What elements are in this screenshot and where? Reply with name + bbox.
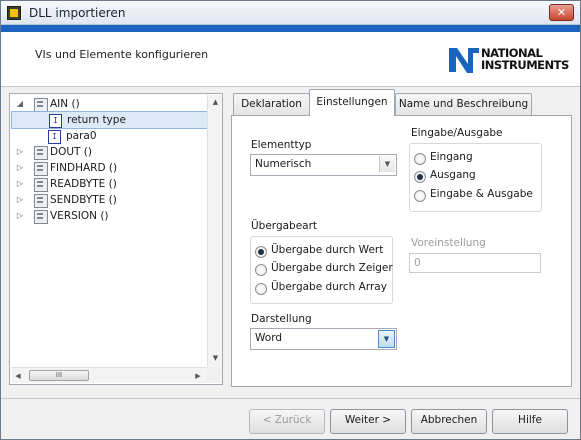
accent-band	[1, 25, 580, 32]
labview-app-icon	[7, 6, 21, 20]
radio-input-label[interactable]: Eingang	[430, 151, 473, 163]
parameter-icon: I	[49, 114, 62, 128]
chevron-down-icon[interactable]: ▼	[379, 156, 395, 172]
expand-arrow-icon[interactable]: ▷	[16, 176, 24, 192]
function-icon	[34, 146, 48, 160]
expand-arrow-icon[interactable]: ▷	[16, 160, 24, 176]
function-icon	[34, 178, 48, 192]
expand-arrow-icon[interactable]: ▷	[16, 208, 24, 224]
tree-item-label: VERSION ()	[50, 210, 109, 222]
tree-item-label: FINDHARD ()	[50, 162, 118, 174]
close-icon: ✕	[556, 6, 567, 19]
element-type-value: Numerisch	[255, 158, 312, 170]
back-button[interactable]: < Zurück	[249, 409, 325, 434]
tree-item-label: SENDBYTE ()	[50, 194, 117, 206]
ni-logo: NATIONAL INSTRUMENTS ™	[448, 44, 570, 78]
horizontal-scrollbar[interactable]: ◀ III ▶	[11, 367, 207, 383]
radio-by-array-label[interactable]: Übergabe durch Array	[271, 281, 387, 293]
function-icon	[34, 194, 48, 208]
tree-item-label: AIN ()	[50, 98, 80, 110]
title-bar[interactable]: DLL importieren ✕	[1, 1, 580, 25]
logo-line-2: INSTRUMENTS	[481, 58, 569, 72]
radio-by-array[interactable]	[255, 283, 267, 295]
chevron-down-icon[interactable]: ▼	[378, 330, 395, 348]
footer-divider	[1, 398, 580, 399]
tree-item-return-type[interactable]: I return type	[11, 111, 209, 129]
radio-output[interactable]	[414, 171, 426, 183]
default-value-field[interactable]: 0	[409, 253, 541, 273]
header-subtitle: VIs und Elemente konfigurieren	[35, 48, 209, 61]
help-button[interactable]: Hilfe	[492, 409, 568, 434]
radio-output-label[interactable]: Ausgang	[430, 169, 476, 181]
representation-label: Darstellung	[251, 313, 312, 325]
scroll-left-icon[interactable]: ◀	[11, 369, 25, 383]
tree-item-label: READBYTE ()	[50, 178, 117, 190]
wizard-header: VIs und Elemente konfigurieren NATIONAL …	[1, 32, 580, 87]
tree-item-label: DOUT ()	[50, 146, 92, 158]
radio-input-output[interactable]	[414, 190, 426, 202]
scroll-down-icon[interactable]: ▼	[208, 351, 223, 365]
parameter-icon: I	[48, 130, 61, 144]
tree-item-label: para0	[66, 130, 97, 142]
ni-eagle-icon	[449, 48, 479, 73]
next-button[interactable]: Weiter >	[330, 409, 406, 434]
tab-name-description[interactable]: Name und Beschreibung	[395, 93, 532, 116]
tab-settings[interactable]: Einstellungen	[309, 89, 395, 116]
representation-value: Word	[255, 332, 282, 344]
tab-declaration[interactable]: Deklaration	[233, 93, 310, 116]
function-tree[interactable]: ◢ AIN () I return type I para0 ▷ DOUT ()…	[9, 93, 223, 385]
function-icon	[34, 98, 48, 112]
collapse-arrow-icon[interactable]: ◢	[16, 96, 24, 112]
close-button[interactable]: ✕	[549, 4, 574, 21]
scroll-corner	[207, 367, 222, 383]
radio-input[interactable]	[414, 153, 426, 165]
window-title: DLL importieren	[29, 6, 126, 20]
radio-by-pointer[interactable]	[255, 264, 267, 276]
cancel-button[interactable]: Abbrechen	[411, 409, 487, 434]
element-type-select[interactable]: Numerisch ▼	[250, 154, 397, 176]
pass-mode-label: Übergabeart	[251, 220, 318, 232]
scroll-up-icon[interactable]: ▲	[208, 95, 223, 109]
expand-arrow-icon[interactable]: ▷	[16, 192, 24, 208]
representation-select[interactable]: Word ▼	[250, 328, 397, 350]
element-type-label: Elementtyp	[251, 139, 312, 151]
radio-input-output-label[interactable]: Eingabe & Ausgabe	[430, 188, 533, 200]
tree-item-label: return type	[67, 114, 126, 126]
radio-by-value[interactable]	[255, 246, 267, 258]
radio-by-pointer-label[interactable]: Übergabe durch Zeiger	[271, 262, 393, 274]
function-icon	[34, 210, 48, 224]
function-icon	[34, 162, 48, 176]
io-label: Eingabe/Ausgabe	[411, 127, 503, 139]
logo-trademark: ™	[565, 60, 570, 66]
vertical-scrollbar[interactable]: ▲ ▼	[207, 95, 222, 367]
scroll-thumb[interactable]: III	[29, 370, 89, 381]
scroll-right-icon[interactable]: ▶	[191, 369, 205, 383]
default-value-label: Voreinstellung	[411, 237, 486, 249]
expand-arrow-icon[interactable]: ▷	[16, 144, 24, 160]
radio-by-value-label[interactable]: Übergabe durch Wert	[271, 244, 383, 256]
